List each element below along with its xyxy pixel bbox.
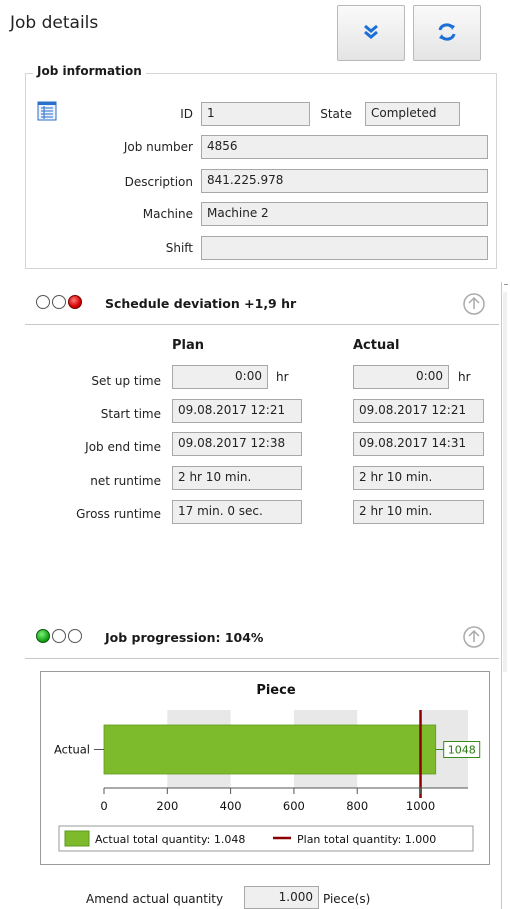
circle-arrow-up-icon[interactable]: [462, 292, 486, 319]
light-off-icon: [52, 295, 66, 309]
x-tick-label: 1000: [406, 799, 435, 813]
description-field[interactable]: 841.225.978: [201, 169, 488, 193]
id-field[interactable]: 1: [201, 102, 310, 126]
x-tick-label: 200: [156, 799, 178, 813]
schedule-deviation-title: Schedule deviation +1,9 hr: [105, 296, 297, 311]
bar-actual: [103, 724, 437, 775]
job-end-time-label: Job end time: [85, 440, 161, 454]
actual-gross-runtime-field[interactable]: 2 hr 10 min.: [353, 500, 484, 524]
data-label: 1048: [448, 744, 476, 757]
state-label: State: [320, 107, 352, 121]
actual-set-up-time-field[interactable]: 0:00: [353, 365, 449, 389]
page-title: Job details: [10, 13, 99, 33]
light-off-icon: [52, 629, 66, 643]
vertical-scrollbar[interactable]: [501, 282, 510, 909]
actual-start-time-field[interactable]: 09.08.2017 12:21: [353, 399, 484, 423]
schedule-traffic-lights: [36, 295, 82, 309]
actual-job-end-time-field[interactable]: 09.08.2017 14:31: [353, 432, 484, 456]
light-off-icon: [36, 295, 50, 309]
section-divider: [25, 324, 499, 325]
amend-quantity-unit: Piece(s): [323, 892, 371, 906]
plan-start-time-field[interactable]: 09.08.2017 12:21: [172, 399, 302, 423]
actual-header: Actual: [353, 338, 400, 353]
job-number-label: Job number: [123, 140, 193, 154]
category-label: Actual: [54, 743, 90, 757]
plan-set-up-time-field[interactable]: 0:00: [172, 365, 268, 389]
plan-job-end-time-field[interactable]: 09.08.2017 12:38: [172, 432, 302, 456]
id-label: ID: [180, 107, 193, 121]
x-tick-label: 0: [100, 799, 107, 813]
job-progression-title: Job progression: 104%: [105, 630, 264, 645]
plan-header: Plan: [172, 338, 205, 353]
refresh-button[interactable]: [413, 5, 481, 61]
piece-chart-svg: Piece 1048 Actual 0 200 400 600 800 1000 Actual t…: [54, 683, 481, 852]
shift-label: Shift: [165, 241, 193, 255]
start-time-label: Start time: [100, 407, 161, 421]
double-chevron-down-icon: [362, 23, 380, 44]
amend-quantity-label: Amend actual quantity: [86, 892, 224, 906]
shift-field[interactable]: [201, 236, 488, 260]
gross-runtime-label: Gross runtime: [76, 507, 161, 521]
actual-net-runtime-field[interactable]: 2 hr 10 min.: [353, 466, 484, 490]
description-label: Description: [124, 175, 193, 189]
x-tick-label: 400: [220, 799, 242, 813]
progression-traffic-lights: [36, 629, 82, 643]
expand-all-button[interactable]: [337, 5, 405, 61]
legend-label-actual: Actual total quantity: 1.048: [95, 833, 245, 846]
machine-field[interactable]: Machine 2: [201, 202, 488, 226]
state-field[interactable]: Completed: [365, 102, 460, 126]
document-list-icon[interactable]: [37, 101, 57, 124]
plan-net-runtime-field[interactable]: 2 hr 10 min.: [172, 466, 302, 490]
chart-title: Piece: [256, 683, 296, 698]
set-up-time-label: Set up time: [91, 374, 161, 388]
light-red-icon: [68, 295, 82, 309]
circle-arrow-up-icon[interactable]: [462, 625, 486, 652]
section-divider: [25, 658, 499, 659]
light-off-icon: [68, 629, 82, 643]
amend-quantity-field[interactable]: 1.000: [244, 886, 319, 909]
net-runtime-label: net runtime: [90, 474, 161, 488]
legend-swatch-actual: [64, 830, 90, 847]
legend-label-plan: Plan total quantity: 1.000: [297, 833, 436, 846]
piece-chart: Piece 1048 Actual 0 200 400 600 800 1000 Actual t…: [40, 671, 490, 865]
plan-set-up-unit: hr: [276, 370, 289, 384]
plan-gross-runtime-field[interactable]: 17 min. 0 sec.: [172, 500, 302, 524]
x-tick-label: 600: [283, 799, 305, 813]
job-number-field[interactable]: 4856: [201, 135, 488, 159]
machine-label: Machine: [142, 207, 193, 221]
refresh-arrows-icon: [436, 21, 458, 46]
job-information-label: Job information: [33, 64, 146, 78]
light-green-icon: [36, 629, 50, 643]
actual-set-up-unit: hr: [458, 370, 471, 384]
x-tick-label: 800: [346, 799, 368, 813]
